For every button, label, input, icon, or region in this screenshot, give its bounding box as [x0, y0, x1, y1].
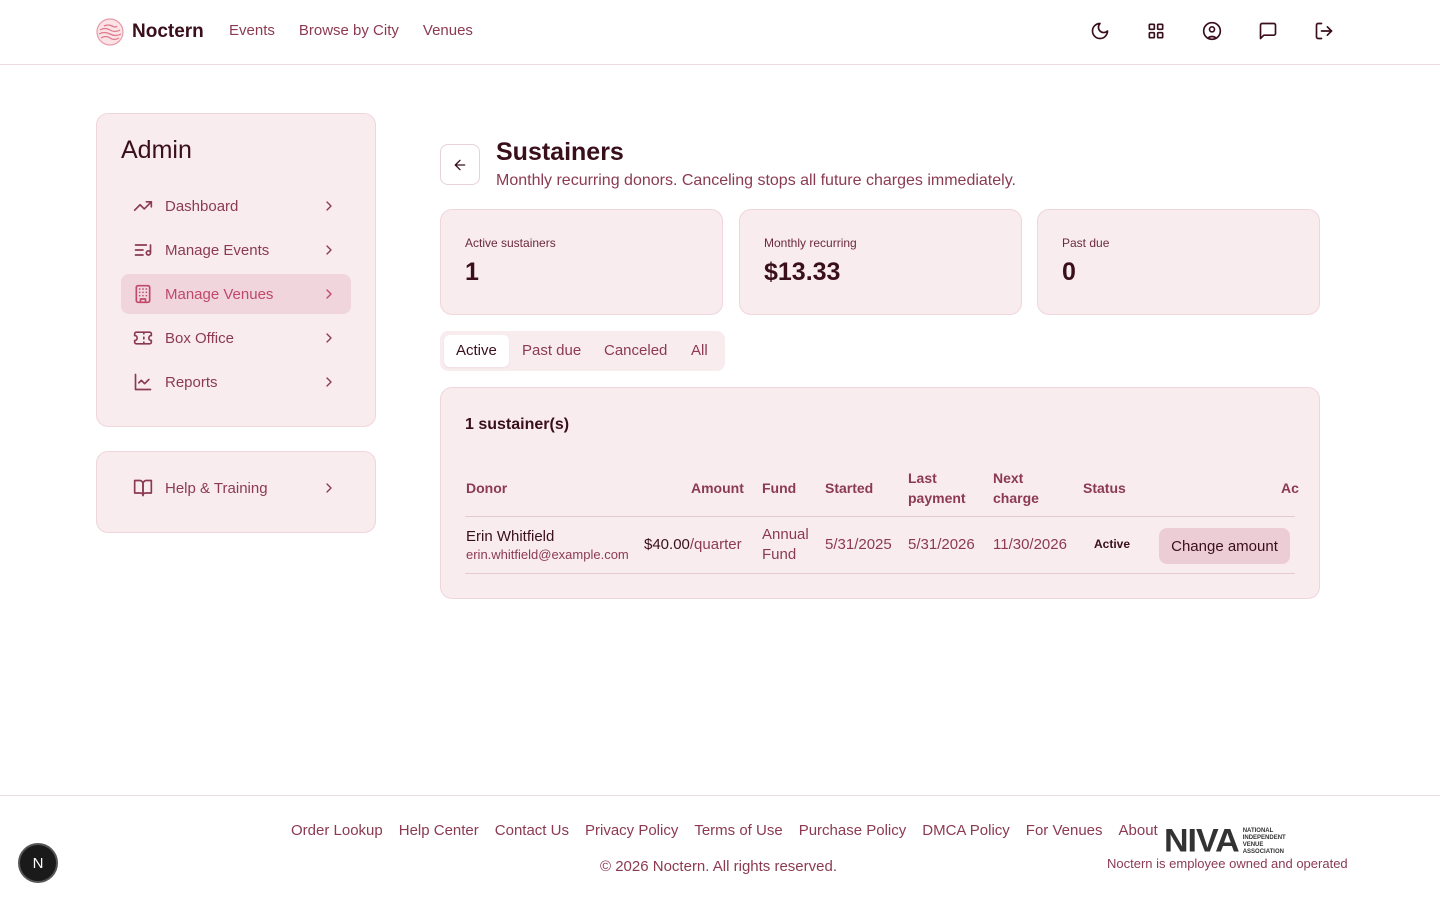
footer-link-terms-of-use[interactable]: Terms of Use [694, 822, 782, 839]
logout-icon[interactable] [1314, 21, 1334, 41]
donor-name: Erin Whitfield [466, 528, 555, 545]
chevron-right-icon [326, 483, 332, 493]
footer-link-for-venues[interactable]: For Venues [1026, 822, 1103, 839]
dev-tools-badge[interactable]: N [18, 843, 58, 883]
footer-link-help-center[interactable]: Help Center [399, 822, 479, 839]
next-charge-cell: 11/30/2026 [993, 536, 1067, 553]
footer-link-order-lookup[interactable]: Order Lookup [291, 822, 383, 839]
book-open-icon [133, 479, 153, 497]
niva-logo-text: NIVA [1164, 822, 1240, 860]
last-payment-cell: 5/31/2026 [908, 536, 975, 553]
nav-events[interactable]: Events [229, 22, 275, 39]
main-nav: Events Browse by City Venues [229, 22, 473, 39]
sidebar-item-label: Manage Venues [165, 285, 274, 303]
tab-past-due[interactable]: Past due [510, 335, 593, 367]
stat-card-past-due: Past due 0 [1037, 209, 1320, 315]
sidebar-item-box-office[interactable]: Box Office [121, 318, 351, 358]
header-actions [1090, 21, 1334, 41]
fund-cell: Annual Fund [762, 526, 809, 563]
started-cell: 5/31/2025 [825, 536, 892, 553]
header-divider [465, 516, 1295, 517]
message-icon[interactable] [1258, 21, 1278, 41]
sustainer-count: 1 sustainer(s) [465, 416, 570, 433]
sidebar-item-help-training[interactable]: Help & Training [121, 468, 351, 508]
row-divider [465, 573, 1295, 574]
user-circle-icon[interactable] [1202, 21, 1222, 41]
page-subtitle: Monthly recurring donors. Canceling stop… [496, 172, 1016, 189]
sidebar-item-label: Box Office [165, 329, 234, 347]
amount-period: /quarter [689, 536, 742, 553]
column-header-started: Started [825, 480, 874, 496]
status-tabs: Active Past due Canceled All [440, 331, 725, 371]
sidebar-item-label: Manage Events [165, 241, 270, 259]
sidebar-item-manage-venues[interactable]: Manage Venues [121, 274, 351, 314]
building-icon [135, 284, 151, 304]
sidebar-item-dashboard[interactable]: Dashboard [121, 186, 351, 226]
column-header-last-payment: Last payment [908, 470, 966, 506]
amount-value: $40.00 [644, 536, 690, 553]
nav-venues[interactable]: Venues [423, 22, 473, 39]
stat-card-monthly-recurring: Monthly recurring $13.33 [739, 209, 1022, 315]
line-chart-icon [134, 373, 152, 391]
stat-label: Past due [1062, 236, 1110, 250]
sidebar-item-reports[interactable]: Reports [121, 362, 351, 402]
back-button[interactable] [440, 144, 480, 185]
column-header-next-charge: Next charge [993, 470, 1039, 506]
sustainers-table-card: 1 sustainer(s) Donor Amount Fund Started… [440, 387, 1320, 599]
stat-value: 1 [465, 258, 479, 286]
chevron-right-icon [326, 201, 332, 211]
admin-sidebar: Admin Dashboard Manage Events Manage Ven… [96, 113, 376, 427]
column-header-amount: Amount [691, 480, 744, 496]
arrow-left-icon [454, 159, 466, 170]
site-footer: Order Lookup Help Center Contact Us Priv… [0, 795, 1440, 900]
tab-canceled[interactable]: Canceled [592, 335, 679, 367]
sidebar-item-manage-events[interactable]: Manage Events [121, 230, 351, 270]
chevron-right-icon [326, 333, 332, 343]
ticket-icon [133, 331, 153, 345]
status-badge: Active [1094, 537, 1131, 551]
top-navbar: Noctern Events Browse by City Venues [0, 0, 1440, 65]
chevron-right-icon [326, 377, 332, 387]
footer-tagline: Noctern is employee owned and operated [1107, 856, 1348, 871]
niva-logo-subtext: NATIONAL INDEPENDENT VENUE ASSOCIATION [1242, 827, 1286, 855]
chevron-right-icon [326, 245, 332, 255]
grid-icon[interactable] [1146, 21, 1166, 41]
amount-cell: $40.00/quarter [644, 535, 742, 555]
moon-icon[interactable] [1090, 21, 1110, 41]
footer-link-dmca-policy[interactable]: DMCA Policy [922, 822, 1010, 839]
stat-value: 0 [1062, 258, 1076, 286]
chevron-right-icon [326, 289, 332, 299]
column-header-actions: Ac [1281, 480, 1299, 496]
stat-card-active-sustainers: Active sustainers 1 [440, 209, 723, 315]
footer-link-purchase-policy[interactable]: Purchase Policy [799, 822, 907, 839]
sidebar-item-label: Reports [165, 373, 218, 391]
stat-label: Monthly recurring [764, 236, 857, 250]
noctern-logo-icon [96, 18, 124, 46]
column-header-status: Status [1083, 480, 1126, 496]
copyright: © 2026 Noctern. All rights reserved. [600, 858, 837, 875]
footer-links: Order Lookup Help Center Contact Us Priv… [291, 822, 1158, 839]
footer-link-privacy-policy[interactable]: Privacy Policy [585, 822, 678, 839]
sidebar-title: Admin [121, 136, 192, 164]
footer-link-contact-us[interactable]: Contact Us [495, 822, 569, 839]
stat-value: $13.33 [764, 258, 841, 286]
brand-name: Noctern [132, 21, 204, 42]
list-music-icon [134, 244, 152, 256]
tab-all[interactable]: All [679, 335, 720, 367]
sidebar-item-label: Dashboard [165, 197, 239, 215]
change-amount-button[interactable]: Change amount [1159, 528, 1290, 564]
trending-up-icon [133, 201, 153, 211]
donor-email: erin.whitfield@example.com [466, 547, 629, 562]
nav-browse-by-city[interactable]: Browse by City [299, 22, 399, 39]
help-sidebar-card: Help & Training [96, 451, 376, 533]
footer-link-about[interactable]: About [1119, 822, 1158, 839]
brand[interactable]: Noctern [96, 18, 204, 46]
column-header-donor: Donor [466, 480, 508, 496]
column-header-fund: Fund [762, 480, 797, 496]
page-title: Sustainers [496, 138, 624, 166]
stat-label: Active sustainers [465, 236, 556, 250]
sidebar-item-label: Help & Training [165, 479, 268, 497]
tab-active[interactable]: Active [444, 335, 509, 367]
